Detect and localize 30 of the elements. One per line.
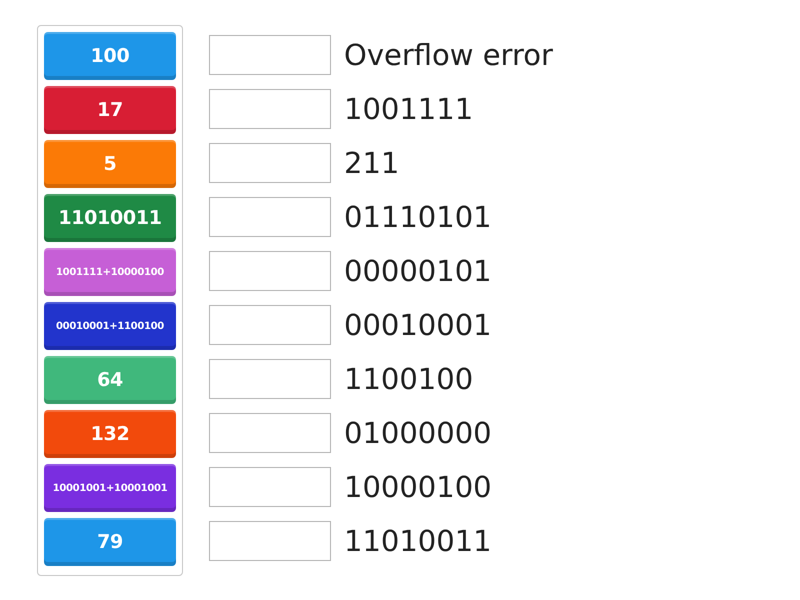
target-label: 10000100: [344, 470, 492, 504]
drop-slot[interactable]: [209, 413, 331, 453]
target-label: 211: [344, 146, 400, 180]
answer-tile[interactable]: 100: [44, 32, 176, 80]
drop-slot[interactable]: [209, 197, 331, 237]
target-label: 01000000: [344, 416, 492, 450]
target-label: 00000101: [344, 254, 492, 288]
drop-slot[interactable]: [209, 521, 331, 561]
drop-slot[interactable]: [209, 251, 331, 291]
answer-tile[interactable]: 17: [44, 86, 176, 134]
target-label: 11010011: [344, 524, 492, 558]
drop-slot[interactable]: [209, 359, 331, 399]
answer-tile[interactable]: 10001001+10001001: [44, 464, 176, 512]
drop-slot[interactable]: [209, 35, 331, 75]
answer-tile[interactable]: 64: [44, 356, 176, 404]
answer-tile[interactable]: 132: [44, 410, 176, 458]
target-label: 00010001: [344, 308, 492, 342]
target-label: 1100100: [344, 362, 474, 396]
target-label: 1001111: [344, 92, 474, 126]
answer-tile[interactable]: 79: [44, 518, 176, 566]
answer-tile[interactable]: 5: [44, 140, 176, 188]
drop-slot[interactable]: [209, 305, 331, 345]
target-label: Overflow error: [344, 38, 553, 72]
drop-slot[interactable]: [209, 143, 331, 183]
target-label: 01110101: [344, 200, 492, 234]
answer-tile[interactable]: 00010001+1100100: [44, 302, 176, 350]
drop-slot[interactable]: [209, 89, 331, 129]
answer-tile[interactable]: 11010011: [44, 194, 176, 242]
answer-tile[interactable]: 1001111+10000100: [44, 248, 176, 296]
drop-slot[interactable]: [209, 467, 331, 507]
